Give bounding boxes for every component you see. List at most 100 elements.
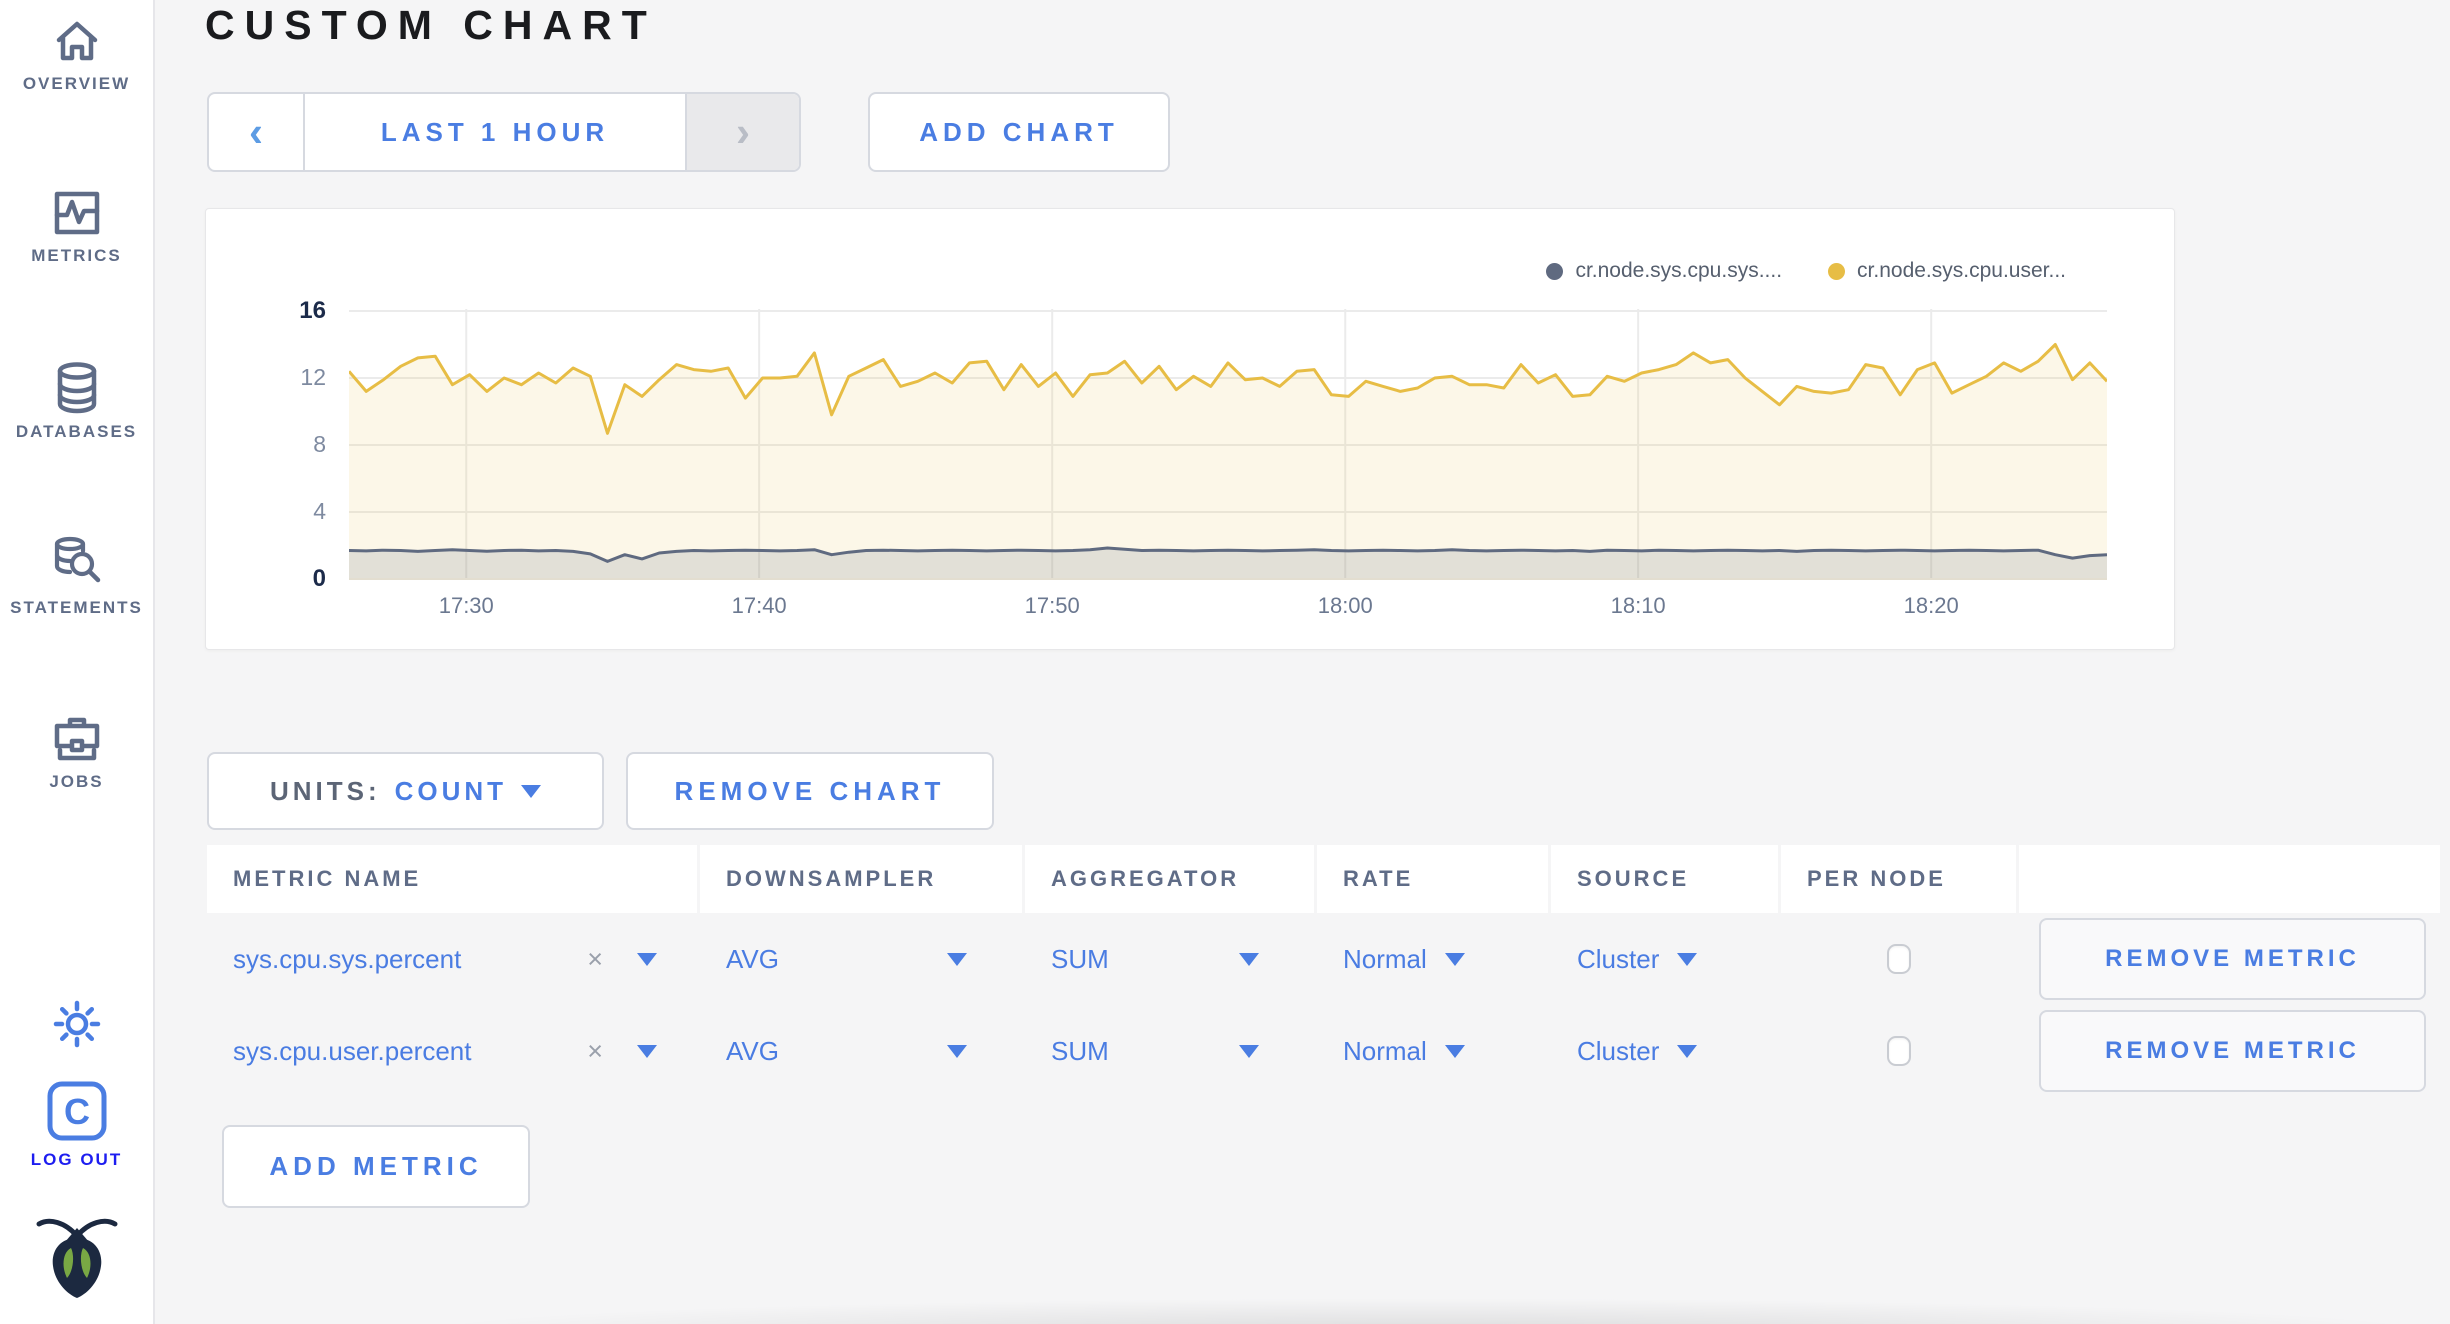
sidebar-label: DATABASES [15, 422, 138, 441]
cockroach-c-icon: C [47, 1081, 106, 1141]
logout-label: LOG OUT [30, 1150, 123, 1169]
chevron-right-icon: › [736, 108, 750, 155]
chevron-down-icon [637, 952, 657, 966]
metric-name-value[interactable]: sys.cpu.sys.percent [233, 944, 461, 975]
chevron-down-icon [521, 784, 542, 798]
source-value: Cluster [1577, 1035, 1660, 1066]
x-tick-label: 17:40 [731, 593, 787, 618]
aggregator-value: SUM [1051, 943, 1109, 974]
logout-button[interactable]: C LOG OUT [0, 1080, 153, 1170]
source-dropdown[interactable]: Cluster [1577, 1035, 1698, 1067]
aggregator-dropdown[interactable]: SUM [1051, 944, 1314, 975]
aggregator-dropdown[interactable]: SUM [1051, 1036, 1314, 1067]
rate-value: Normal [1343, 943, 1427, 974]
rate-dropdown[interactable]: Normal [1343, 944, 1465, 975]
table-row: sys.cpu.sys.percent × AVG SUM Normal Clu… [207, 913, 2440, 1005]
y-tick-label: 12 [300, 364, 326, 390]
time-range-dropdown[interactable]: LAST 1 HOUR [303, 94, 687, 170]
clear-metric-icon[interactable]: × [587, 1036, 603, 1067]
units-dropdown[interactable]: UNITS: COUNT [207, 752, 604, 830]
scroll-shadow [400, 1298, 2450, 1324]
gear-icon [53, 1000, 100, 1048]
time-next-button[interactable]: › [687, 94, 799, 170]
metric-name-cell: sys.cpu.user.percent × [207, 1005, 697, 1097]
jobs-icon [54, 717, 99, 761]
downsampler-dropdown[interactable]: AVG [726, 944, 1022, 975]
sidebar-label: METRICS [31, 246, 122, 265]
y-tick-label: 0 [312, 565, 326, 592]
column-header-source: SOURCE [1551, 845, 1778, 913]
home-icon [56, 21, 97, 61]
legend-dot-sys [1546, 262, 1564, 280]
remove-metric-button[interactable]: REMOVE METRIC [2039, 918, 2426, 1000]
cockroachdb-logo [0, 1210, 153, 1308]
statements-icon [54, 536, 100, 583]
page-title: CUSTOM CHART [205, 2, 657, 48]
rate-dropdown[interactable]: Normal [1343, 1036, 1465, 1067]
y-tick-label: 8 [313, 431, 326, 457]
metric-name-value[interactable]: sys.cpu.user.percent [233, 1036, 471, 1067]
x-tick-label: 18:20 [1903, 593, 1959, 618]
legend-label: cr.node.sys.cpu.user... [1857, 259, 2066, 282]
sidebar-item-databases[interactable]: DATABASES [0, 362, 153, 442]
units-value: COUNT [394, 775, 508, 806]
column-header-actions [2019, 845, 2440, 913]
legend-item-user[interactable]: cr.node.sys.cpu.user... [1828, 259, 2066, 283]
chart-card: cr.node.sys.cpu.sys.... cr.node.sys.cpu.… [205, 208, 2175, 650]
cockroach-bug-icon [36, 1218, 117, 1298]
rate-cell: Normal [1317, 913, 1548, 1005]
downsampler-cell: AVG [700, 913, 1022, 1005]
column-header-metric-name: METRIC NAME [207, 845, 697, 913]
table-header-row: METRIC NAME DOWNSAMPLER AGGREGATOR RATE … [207, 845, 2440, 913]
clear-metric-icon[interactable]: × [587, 944, 603, 975]
x-tick-label: 18:00 [1317, 593, 1373, 618]
metric-name-dropdown[interactable]: × [587, 1036, 657, 1067]
source-cell: Cluster [1551, 913, 1778, 1005]
per-node-cell [1781, 1005, 2016, 1097]
remove-chart-button[interactable]: REMOVE CHART [626, 752, 994, 830]
metric-name-cell: sys.cpu.sys.percent × [207, 913, 697, 1005]
add-chart-button[interactable]: ADD CHART [868, 92, 1170, 172]
per-node-cell [1781, 913, 2016, 1005]
chevron-down-icon [1677, 952, 1698, 966]
time-range-selector: ‹ LAST 1 HOUR › [207, 92, 801, 172]
settings-button[interactable] [0, 998, 153, 1058]
column-header-downsampler: DOWNSAMPLER [700, 845, 1022, 913]
downsampler-value: AVG [726, 943, 779, 974]
remove-metric-button[interactable]: REMOVE METRIC [2039, 1010, 2426, 1092]
y-tick-label: 16 [299, 297, 326, 324]
source-dropdown[interactable]: Cluster [1577, 943, 1698, 975]
chart-plot[interactable] [347, 301, 2109, 583]
custom-chart-page: OVERVIEW METRICS DATABASES STATEMENTS JO… [0, 0, 2450, 1324]
aggregator-cell: SUM [1025, 1005, 1314, 1097]
remove-metric-label: REMOVE METRIC [2105, 945, 2360, 972]
legend-item-sys[interactable]: cr.node.sys.cpu.sys.... [1546, 259, 1782, 283]
rate-value: Normal [1343, 1035, 1427, 1066]
source-cell: Cluster [1551, 1005, 1778, 1097]
y-tick-label: 4 [313, 498, 326, 524]
x-tick-label: 17:30 [438, 593, 494, 618]
chevron-down-icon [1677, 1044, 1698, 1058]
sidebar-item-jobs[interactable]: JOBS [0, 714, 153, 792]
svg-text:C: C [64, 1091, 90, 1132]
sidebar-item-statements[interactable]: STATEMENTS [0, 536, 153, 618]
per-node-checkbox[interactable] [1886, 944, 1911, 974]
chevron-down-icon [637, 1044, 657, 1058]
metric-name-dropdown[interactable]: × [587, 944, 657, 975]
chart-legend: cr.node.sys.cpu.sys.... cr.node.sys.cpu.… [1546, 259, 2066, 283]
sidebar-label: OVERVIEW [22, 74, 131, 93]
chevron-down-icon [947, 1044, 967, 1058]
table-row: sys.cpu.user.percent × AVG SUM Normal Cl… [207, 1005, 2440, 1097]
downsampler-value: AVG [726, 1035, 779, 1066]
source-value: Cluster [1577, 943, 1660, 974]
chevron-down-icon [1444, 1044, 1465, 1058]
chevron-down-icon [947, 952, 967, 966]
add-metric-button[interactable]: ADD METRIC [222, 1125, 530, 1208]
downsampler-dropdown[interactable]: AVG [726, 1036, 1022, 1067]
sidebar-item-metrics[interactable]: METRICS [0, 188, 153, 266]
aggregator-value: SUM [1051, 1035, 1109, 1066]
per-node-checkbox[interactable] [1886, 1036, 1911, 1066]
sidebar-item-overview[interactable]: OVERVIEW [0, 16, 153, 94]
time-prev-button[interactable]: ‹ [209, 94, 303, 170]
x-tick-label: 17:50 [1024, 593, 1080, 618]
